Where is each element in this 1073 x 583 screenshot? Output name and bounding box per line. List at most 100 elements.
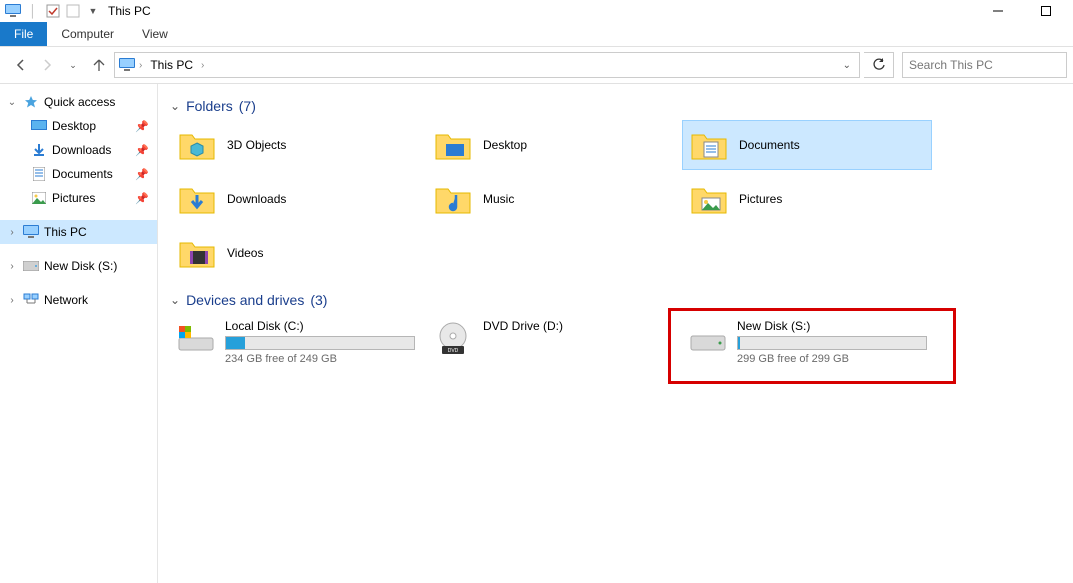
svg-text:DVD: DVD — [448, 348, 459, 354]
chevron-right-icon[interactable]: › — [6, 295, 18, 306]
chevron-down-icon[interactable]: ⌄ — [170, 293, 180, 307]
sidebar-item-pictures[interactable]: Pictures 📌 — [0, 186, 157, 210]
folder-icon — [689, 125, 729, 165]
sidebar-item-label: Pictures — [52, 191, 95, 205]
folder-label: 3D Objects — [227, 138, 286, 152]
chevron-down-icon[interactable]: ⌄ — [170, 99, 180, 113]
usage-bar — [737, 336, 927, 350]
properties-icon[interactable] — [44, 2, 62, 20]
group-header-drives[interactable]: ⌄ Devices and drives (3) — [170, 292, 1061, 308]
sidebar-item-label: Documents — [52, 167, 113, 181]
drive-dvd-d[interactable]: DVD DVD Drive (D:) — [426, 314, 676, 372]
chevron-down-icon[interactable]: ⌄ — [6, 97, 18, 108]
group-count: (7) — [239, 98, 256, 114]
back-button[interactable] — [10, 54, 32, 76]
folder-label: Downloads — [227, 192, 286, 206]
folder-icon — [177, 233, 217, 273]
folder-icon — [177, 179, 217, 219]
sidebar-item-label: Downloads — [52, 143, 111, 157]
tab-file[interactable]: File — [0, 22, 47, 46]
content-pane: ⌄ Folders (7) 3D Objects Desktop Documen… — [158, 84, 1073, 583]
sidebar-item-downloads[interactable]: Downloads 📌 — [0, 138, 157, 162]
drive-icon — [22, 257, 40, 275]
up-button[interactable] — [88, 54, 110, 76]
documents-icon — [30, 165, 48, 183]
refresh-button[interactable] — [864, 52, 894, 78]
search-box[interactable] — [902, 52, 1067, 78]
folder-videos[interactable]: Videos — [170, 228, 420, 278]
title-bar: │ ▼ This PC — [0, 0, 1073, 22]
folder-pictures[interactable]: Pictures — [682, 174, 932, 224]
search-input[interactable] — [909, 58, 1060, 72]
drive-new-disk-s[interactable]: New Disk (S:) 299 GB free of 299 GB — [682, 314, 932, 372]
maximize-button[interactable] — [1031, 1, 1061, 21]
pin-icon: 📌 — [135, 120, 149, 133]
drive-label: DVD Drive (D:) — [483, 319, 669, 333]
navigation-bar: ⌄ › This PC › ⌄ — [0, 47, 1073, 84]
pictures-icon — [30, 189, 48, 207]
drive-icon — [689, 319, 727, 359]
chevron-right-icon[interactable]: › — [6, 261, 18, 272]
qat-dropdown-icon[interactable]: ▼ — [84, 2, 102, 20]
drive-icon — [177, 319, 215, 359]
folders-grid: 3D Objects Desktop Documents Downloads M… — [170, 120, 1061, 278]
folder-label: Desktop — [483, 138, 527, 152]
drive-label: Local Disk (C:) — [225, 319, 415, 333]
folder-music[interactable]: Music — [426, 174, 676, 224]
navigation-pane: ⌄ Quick access Desktop 📌 Downloads 📌 Doc… — [0, 84, 158, 583]
recent-locations-button[interactable]: ⌄ — [62, 54, 84, 76]
new-folder-icon[interactable] — [64, 2, 82, 20]
window-title: This PC — [108, 4, 151, 18]
sidebar-item-desktop[interactable]: Desktop 📌 — [0, 114, 157, 138]
folder-icon — [433, 179, 473, 219]
sidebar-item-label: Quick access — [44, 95, 115, 109]
chevron-right-icon[interactable]: › — [201, 60, 204, 71]
folder-documents[interactable]: Documents — [682, 120, 932, 170]
divider-icon: │ — [24, 2, 42, 20]
folder-label: Documents — [739, 138, 800, 152]
chevron-right-icon[interactable]: › — [139, 60, 142, 71]
group-header-folders[interactable]: ⌄ Folders (7) — [170, 98, 1061, 114]
downloads-icon — [30, 141, 48, 159]
tab-view[interactable]: View — [128, 22, 182, 46]
this-pc-icon — [119, 58, 135, 72]
usage-bar — [225, 336, 415, 350]
sidebar-item-documents[interactable]: Documents 📌 — [0, 162, 157, 186]
sidebar-item-label: This PC — [44, 225, 87, 239]
pin-icon: 📌 — [135, 144, 149, 157]
network-icon — [22, 291, 40, 309]
forward-button[interactable] — [36, 54, 58, 76]
quick-access-toolbar: │ ▼ — [4, 2, 102, 20]
folder-downloads[interactable]: Downloads — [170, 174, 420, 224]
folder-label: Videos — [227, 246, 263, 260]
drive-free-text: 234 GB free of 249 GB — [225, 353, 415, 365]
sidebar-item-network[interactable]: › Network — [0, 288, 157, 312]
breadcrumb-this-pc[interactable]: This PC — [146, 56, 197, 74]
folder-icon — [689, 179, 729, 219]
group-label: Folders — [186, 98, 233, 114]
sidebar-item-new-disk[interactable]: › New Disk (S:) — [0, 254, 157, 278]
folder-icon — [177, 125, 217, 165]
address-bar[interactable]: › This PC › ⌄ — [114, 52, 860, 78]
pin-icon: 📌 — [135, 192, 149, 205]
sidebar-item-label: Desktop — [52, 119, 96, 133]
window-controls — [983, 1, 1069, 21]
drive-free-text: 299 GB free of 299 GB — [737, 353, 927, 365]
folder-3d-objects[interactable]: 3D Objects — [170, 120, 420, 170]
folder-label: Music — [483, 192, 514, 206]
this-pc-icon — [4, 2, 22, 20]
sidebar-item-this-pc[interactable]: › This PC — [0, 220, 157, 244]
desktop-icon — [30, 117, 48, 135]
drive-local-c[interactable]: Local Disk (C:) 234 GB free of 249 GB — [170, 314, 420, 372]
dvd-icon: DVD — [433, 319, 473, 359]
sidebar-item-quick-access[interactable]: ⌄ Quick access — [0, 90, 157, 114]
sidebar-item-label: Network — [44, 293, 88, 307]
folder-desktop[interactable]: Desktop — [426, 120, 676, 170]
chevron-right-icon[interactable]: › — [6, 227, 18, 238]
tab-computer[interactable]: Computer — [47, 22, 128, 46]
address-dropdown-icon[interactable]: ⌄ — [839, 60, 855, 71]
group-count: (3) — [310, 292, 327, 308]
minimize-button[interactable] — [983, 1, 1013, 21]
this-pc-icon — [22, 223, 40, 241]
sidebar-item-label: New Disk (S:) — [44, 259, 117, 273]
